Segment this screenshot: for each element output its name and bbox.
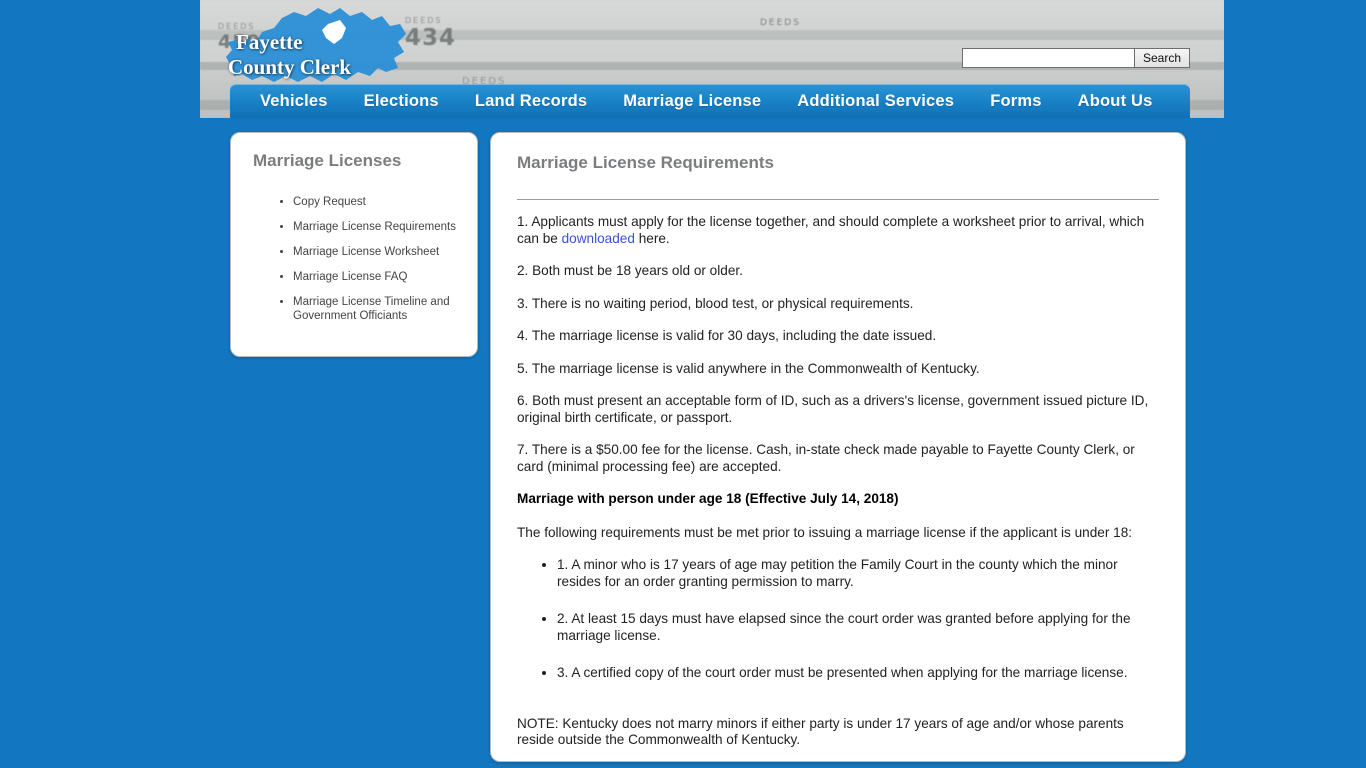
nav-item-elections[interactable]: Elections xyxy=(364,92,439,111)
content-panel: Marriage License Requirements 1. Applica… xyxy=(490,132,1186,762)
nav-item-land-records[interactable]: Land Records xyxy=(475,92,587,111)
worksheet-download-link[interactable]: downloaded xyxy=(562,231,635,246)
minor-marriage-note: NOTE: Kentucky does not marry minors if … xyxy=(517,715,1124,748)
minor-marriage-intro: The following requirements must be met p… xyxy=(517,524,1133,540)
title-divider xyxy=(517,199,1159,200)
requirements-body: 1. Applicants must apply for the license… xyxy=(513,214,1163,749)
page-root: DEEDS 450 DEEDS 434 DEEDS DEEDS Fayette … xyxy=(0,0,1366,768)
minor-requirements-list: 1. A minor who is 17 years of age may pe… xyxy=(517,557,1159,682)
site-search: Search xyxy=(961,48,1190,68)
search-button[interactable]: Search xyxy=(1133,48,1190,68)
sidebar-item-marriage-license-timeline[interactable]: Marriage License Timeline and Government… xyxy=(293,295,463,323)
main-navigation: Vehicles Elections Land Records Marriage… xyxy=(230,84,1190,118)
sidebar-item-copy-request[interactable]: Copy Request xyxy=(293,195,463,209)
minor-marriage-heading: Marriage with person under age 18 (Effec… xyxy=(517,491,899,506)
nav-item-marriage-license[interactable]: Marriage License xyxy=(623,92,761,111)
logo-line-2: County Clerk xyxy=(228,55,352,79)
requirement-1: 1. Applicants must apply for the license… xyxy=(517,214,1159,247)
minor-requirement-item: 2. At least 15 days must have elapsed si… xyxy=(557,611,1159,644)
shelf-book-caption-extra: DEEDS xyxy=(760,18,801,28)
minor-requirement-item: 3. A certified copy of the court order m… xyxy=(557,665,1159,682)
site-logo[interactable]: Fayette County Clerk xyxy=(222,2,422,94)
minor-requirement-item: 1. A minor who is 17 years of age may pe… xyxy=(557,557,1159,590)
sidebar-link-list: Copy Request Marriage License Requiremen… xyxy=(245,195,463,323)
nav-item-additional-services[interactable]: Additional Services xyxy=(797,92,954,111)
nav-item-about-us[interactable]: About Us xyxy=(1078,92,1153,111)
requirement-2: 2. Both must be 18 years old or older. xyxy=(517,263,743,278)
sidebar-item-marriage-license-faq[interactable]: Marriage License FAQ xyxy=(293,270,463,284)
search-input[interactable] xyxy=(961,48,1134,68)
requirement-1-text-after: here. xyxy=(634,230,670,246)
sidebar-item-marriage-license-requirements[interactable]: Marriage License Requirements xyxy=(293,220,463,234)
requirement-3: 3. There is no waiting period, blood tes… xyxy=(517,295,914,311)
sidebar-title: Marriage Licenses xyxy=(253,151,402,170)
nav-item-vehicles[interactable]: Vehicles xyxy=(260,92,328,111)
logo-wordmark: Fayette County Clerk xyxy=(228,30,351,80)
nav-item-forms[interactable]: Forms xyxy=(990,92,1041,111)
sidebar-panel: Marriage Licenses Copy Request Marriage … xyxy=(230,132,478,357)
page-title: Marriage License Requirements xyxy=(517,153,774,172)
requirement-4: 4. The marriage license is valid for 30 … xyxy=(517,328,937,343)
requirement-5: 5. The marriage license is valid anywher… xyxy=(517,360,980,376)
logo-line-1: Fayette xyxy=(236,30,303,54)
requirement-7: 7. There is a $50.00 fee for the license… xyxy=(517,442,1135,474)
requirement-6: 6. Both must present an acceptable form … xyxy=(517,393,1149,425)
sidebar-item-marriage-license-worksheet[interactable]: Marriage License Worksheet xyxy=(293,245,463,259)
